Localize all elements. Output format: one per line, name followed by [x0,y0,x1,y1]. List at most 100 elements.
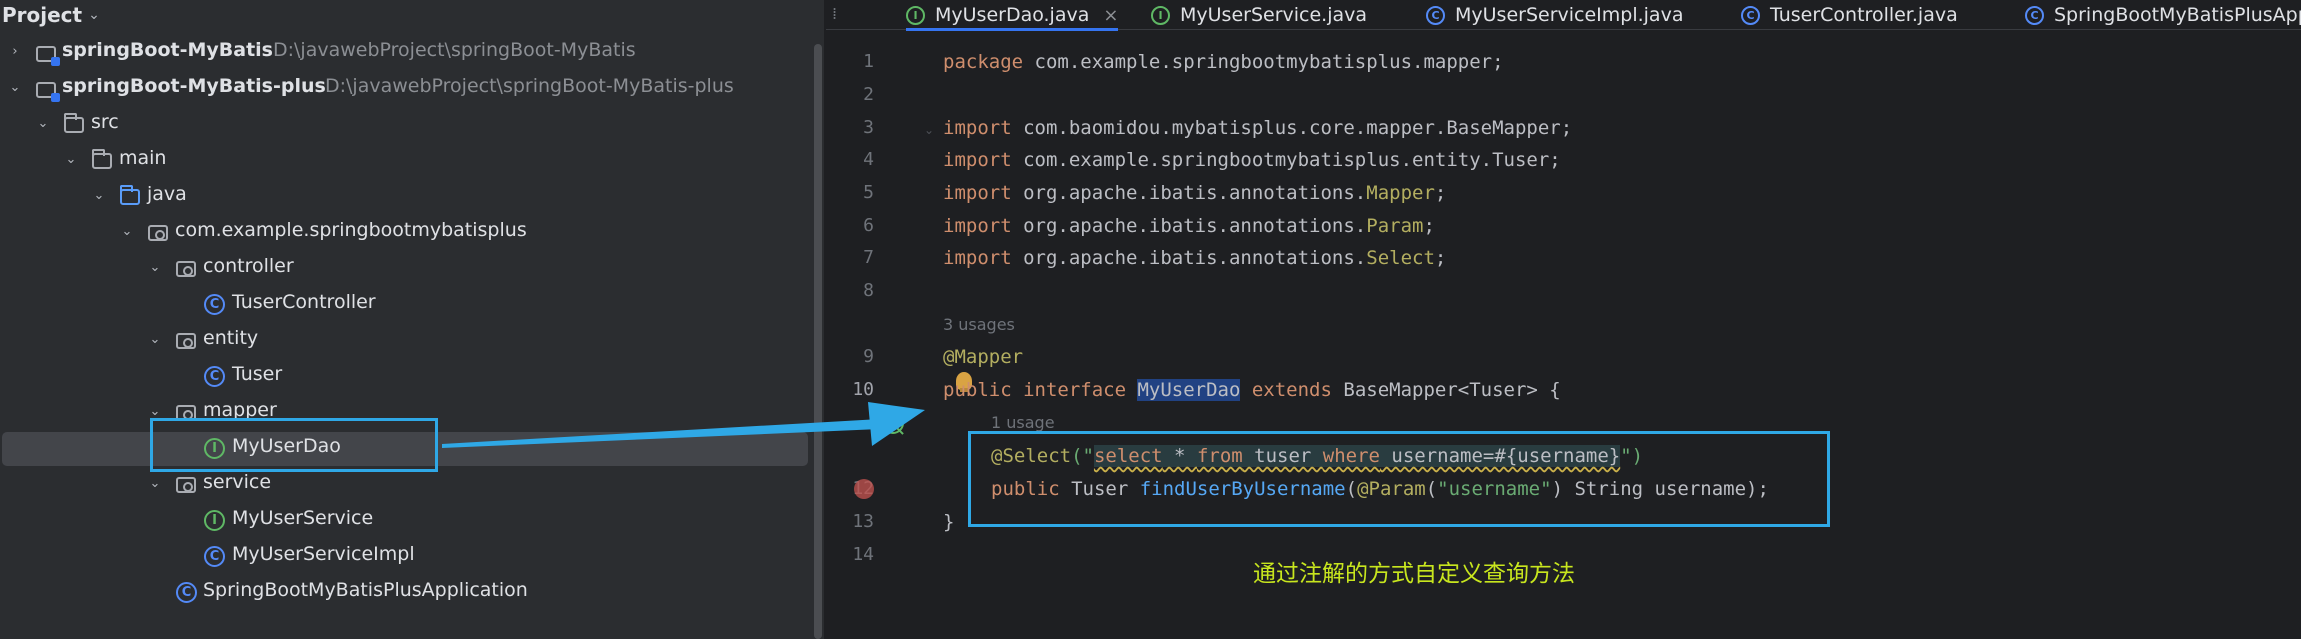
package-icon [176,261,196,277]
chevron-down-icon[interactable]: ⌄ [64,153,78,167]
package-icon [176,477,196,493]
tree-item-springboot-mybatis-plus[interactable]: ⌄ springBoot-MyBatis-plus D:\javawebProj… [0,70,812,106]
class-icon: C [204,294,225,315]
class-icon: C [1741,5,1760,25]
module-icon [36,82,60,102]
chevron-down-icon[interactable]: ⌄ [92,189,106,203]
editor-tab-bar: ⁞ I MyUserDao.java × I MyUserService.jav… [826,0,2301,31]
tree-item-myuserserviceimpl[interactable]: C MyUserServiceImpl [0,538,812,574]
tab-myuserdao[interactable]: I MyUserDao.java × [906,0,1119,31]
tab-label: SpringBootMyBatisPlusApplication [2054,4,2301,26]
line-number: 9 [863,346,874,367]
line-number: 2 [863,84,874,105]
keyword: import [943,117,1012,139]
annotation-name: Param [1366,215,1424,237]
code-text: com.baomidou.mybatisplus.core.mapper.Bas… [1011,117,1573,139]
chevron-down-icon[interactable]: ⌄ [148,261,162,275]
line-number: 5 [863,182,874,203]
code-line-4: import com.example.springbootmybatisplus… [943,149,1561,171]
tree-item-label: MyUserService [232,507,374,529]
code-line-9: @Mapper [943,346,1023,368]
code-text: org.apache.ibatis.annotations. [1011,215,1367,237]
chevron-down-icon[interactable]: ⌄ [8,81,22,95]
project-scrollbar[interactable] [812,0,824,639]
tree-item-label: java [147,183,187,205]
interface-icon: I [204,510,225,531]
tree-item-package-root[interactable]: ⌄ com.example.springbootmybatisplus [0,214,812,250]
annotation-name: Select [1366,247,1435,269]
tree-item-label: springBoot-MyBatis [62,39,273,61]
tree-item-label: src [91,111,119,133]
tree-item-springboot-mybatis[interactable]: › springBoot-MyBatis D:\javawebProject\s… [0,34,812,70]
code-text: ; [1434,182,1447,204]
close-icon[interactable]: × [1103,5,1118,26]
code-text: com.example.springbootmybatisplus.mapper… [1023,51,1504,73]
line-number: 13 [852,511,874,532]
tab-label: MyUserService.java [1180,4,1368,26]
tree-item-label: service [203,471,272,493]
interface-name: MyUserDao [1137,379,1241,401]
tree-item-label: main [119,147,167,169]
implemented-by-icon[interactable] [882,412,904,434]
chevron-down-icon[interactable]: ⌄ [148,333,162,347]
code-line-10: public interface MyUserDao extends BaseM… [943,379,1561,401]
scrollbar-thumb[interactable] [814,44,822,639]
breakpoint-icon[interactable] [854,479,874,499]
tree-item-myuserservice[interactable]: I MyUserService [0,502,812,538]
tab-label: TuserController.java [1770,4,1958,26]
code-line-7: import org.apache.ibatis.annotations.Sel… [943,247,1446,269]
spring-app-class-icon: C [176,582,197,603]
tree-item-entity[interactable]: ⌄ entity [0,322,812,358]
keyword: import [943,247,1012,269]
tab-myuserservice[interactable]: I MyUserService.java [1151,0,1367,30]
chevron-down-icon[interactable]: ⌄ [88,7,100,23]
tree-item-application[interactable]: C SpringBootMyBatisPlusApplication [0,574,812,610]
keyword: import [943,149,1012,171]
tab-myuserserviceimpl[interactable]: C MyUserServiceImpl.java [1426,0,1683,30]
chevron-down-icon[interactable]: ⌄ [120,225,134,239]
tree-item-main[interactable]: ⌄ main [0,142,812,178]
tree-item-label: TuserController [232,291,376,313]
tree-item-label: entity [203,327,259,349]
tree-item-label: MyUserServiceImpl [232,543,415,565]
tree-item-tusercontroller[interactable]: C TuserController [0,286,812,322]
folder-icon [92,149,112,169]
fold-icon[interactable]: ⌄ [924,123,934,137]
chevron-down-icon[interactable]: ⌄ [36,117,50,131]
line-number: 1 [863,51,874,72]
keyword: extends [1240,379,1344,401]
code-line-1: package com.example.springbootmybatisplu… [943,51,1504,73]
chevron-down-icon[interactable]: ⌄ [148,405,162,419]
code-text: ; [1423,215,1435,237]
code-editor[interactable]: ⁞ I MyUserDao.java × I MyUserService.jav… [826,0,2301,639]
usages-hint[interactable]: 1 usage [991,413,1055,432]
tree-item-label: springBoot-MyBatis-plus [62,75,326,97]
package-icon [176,333,196,349]
tree-item-controller[interactable]: ⌄ controller [0,250,812,286]
tree-item-src[interactable]: ⌄ src [0,106,812,142]
code-highlight-box [968,431,1830,527]
code-text: BaseMapper<Tuser> { [1343,379,1561,401]
chevron-right-icon[interactable]: › [8,45,22,59]
tree-item-label: Tuser [232,363,283,385]
class-icon: C [1426,5,1445,25]
class-icon: C [204,366,225,387]
tree-item-java[interactable]: ⌄ java [0,178,812,214]
tree-item-label: controller [203,255,294,277]
class-icon: C [2025,5,2044,25]
usages-hint[interactable]: 3 usages [943,315,1015,334]
tree-item-tuser[interactable]: C Tuser [0,358,812,394]
editor-gutter[interactable]: 1 2 3 4 5 6 7 8 9 10 11 12 13 14 ⌄ [826,31,946,639]
chevron-down-icon[interactable]: ⌄ [148,477,162,491]
package-icon [148,225,168,241]
tab-application[interactable]: C SpringBootMyBatisPlusApplication [2025,0,2301,30]
folder-icon [64,113,84,133]
line-number: 14 [852,544,874,565]
line-number: 8 [863,280,874,301]
tab-overflow-icon[interactable]: ⁞ [832,4,837,23]
tab-tusercontroller[interactable]: C TuserController.java [1741,0,1958,30]
project-panel: Project ⌄ › springBoot-MyBatis D:\javawe… [0,0,812,639]
project-panel-header[interactable]: Project ⌄ [0,0,812,30]
tab-label: MyUserServiceImpl.java [1455,4,1684,26]
tree-item-path: D:\javawebProject\springBoot-MyBatis-plu… [325,75,734,97]
